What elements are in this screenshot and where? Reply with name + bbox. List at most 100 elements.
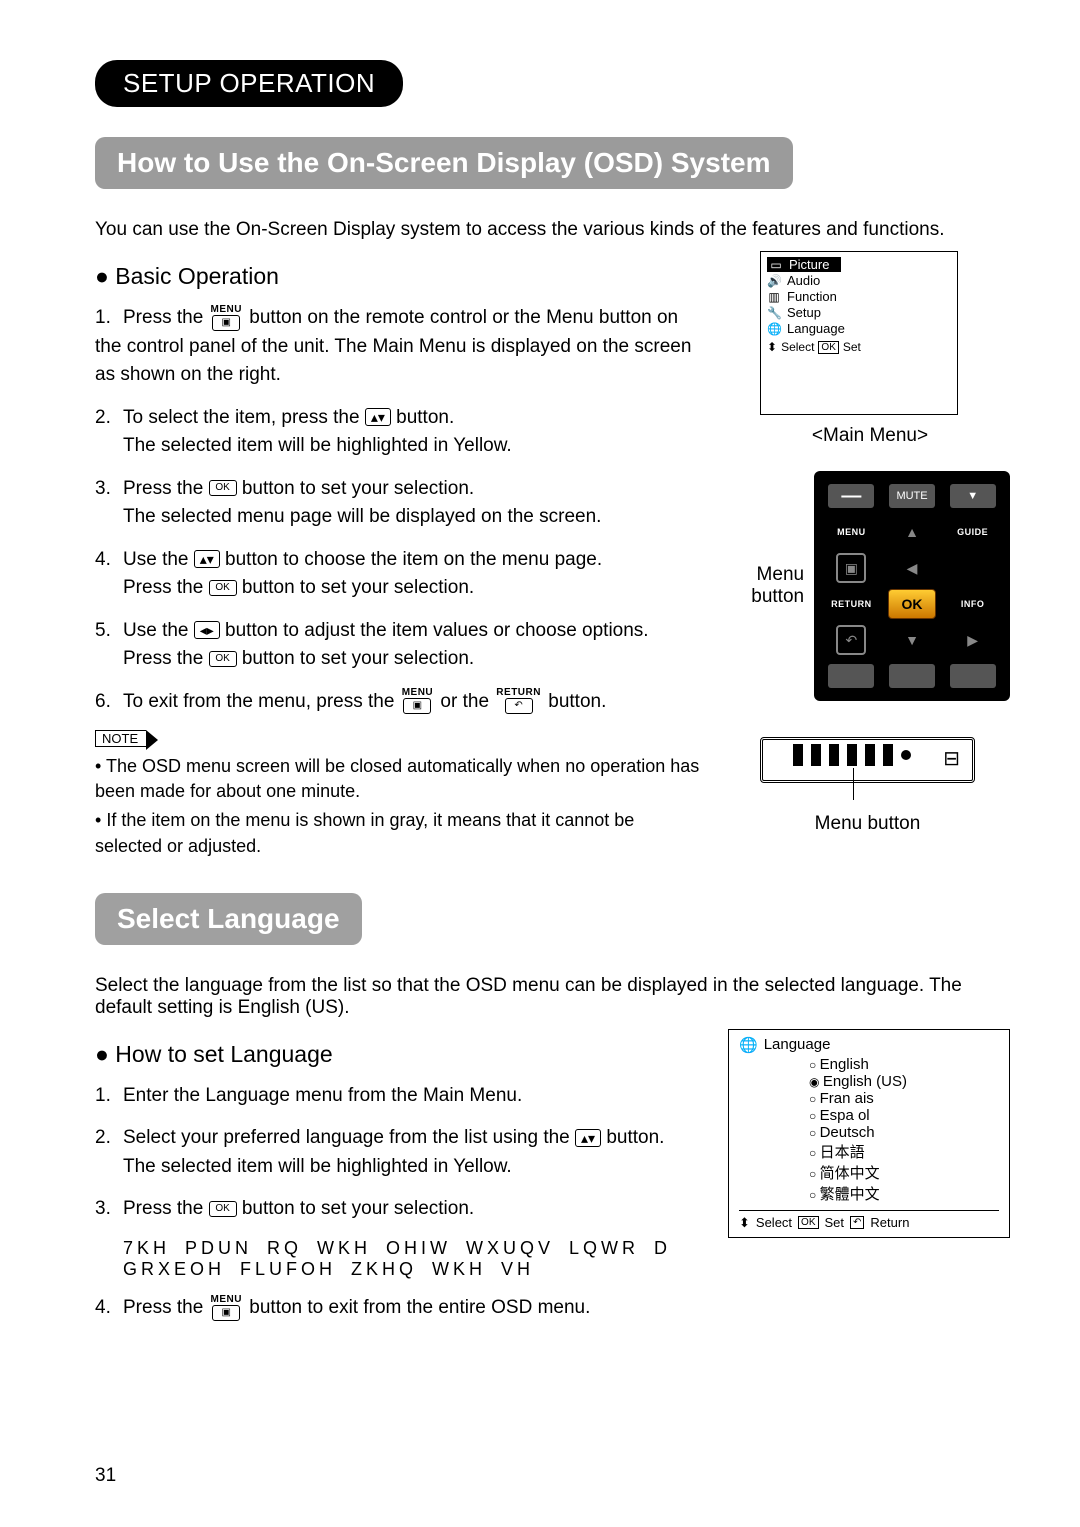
vol-up-icon: ▼	[950, 484, 996, 508]
return-label: RETURN	[826, 589, 876, 619]
lstep3b: button to set your selection.	[242, 1198, 474, 1219]
down-arrow-icon: ▼	[887, 625, 937, 655]
updown-icon: ▴▾	[194, 550, 220, 568]
tv-menu-caption: Menu button	[760, 813, 975, 835]
main-menu-item-language: 🌐Language	[767, 321, 951, 336]
note-label: NOTE	[95, 730, 146, 747]
ok-icon: OK	[209, 580, 237, 596]
lstep1: Enter the Language menu from the Main Me…	[123, 1085, 522, 1106]
menu-label: MENU	[826, 517, 876, 547]
menu-button-icon: MENU ▣	[211, 305, 242, 331]
lang-opt: 简体中文	[809, 1162, 999, 1183]
remote-extra	[828, 664, 874, 688]
lstep2c: The selected item will be highlighted in…	[123, 1153, 698, 1182]
step5c: Press the	[123, 648, 203, 669]
ok-icon: OK	[209, 1201, 237, 1217]
menu-icon: ▣	[212, 315, 240, 331]
lang-panel-title: Language	[764, 1036, 831, 1053]
step5b: button to adjust the item values or choo…	[225, 620, 649, 641]
step6c: button.	[548, 691, 606, 712]
lang-opt: Fran ais	[809, 1090, 999, 1107]
return-button-icon: RETURN ↶	[496, 688, 541, 714]
step2b: button.	[396, 407, 454, 428]
language-steps-cont: 4.Press the MENU ▣ button to exit from t…	[95, 1294, 698, 1323]
main-menu-footer: ⬍Select OKSet	[767, 340, 951, 354]
basic-steps: 1.Press the MENU ▣ button on the remote …	[95, 304, 700, 716]
lstep2a: Select your preferred language from the …	[123, 1127, 570, 1148]
lang-panel-footer: ⬍Select OKSet ↶Return	[739, 1210, 999, 1231]
step2a: To select the item, press the	[123, 407, 360, 428]
ok-remote-button: OK	[888, 589, 936, 619]
menu-button-pointer: Menu button	[730, 564, 804, 608]
ok-icon: OK	[209, 651, 237, 667]
info-label: INFO	[948, 589, 998, 619]
menu-label: MENU	[402, 688, 433, 698]
vol-down-icon: —	[828, 484, 874, 508]
lstep2b: button.	[606, 1127, 664, 1148]
menu-icon: ▣	[403, 698, 431, 714]
main-menu-item-setup: 🔧Setup	[767, 305, 951, 320]
step5a: Use the	[123, 620, 188, 641]
menu-label: MENU	[211, 305, 242, 315]
select-language-heading: Select Language	[95, 893, 362, 945]
lang-opt: Deutsch	[809, 1124, 999, 1141]
main-menu-item-audio: 🔊Audio	[767, 273, 951, 288]
lang-opt: Espa ol	[809, 1107, 999, 1124]
updown-icon: ▴▾	[365, 408, 391, 426]
lstep3a: Press the	[123, 1198, 203, 1219]
remote-extra	[950, 664, 996, 688]
step1a: Press the	[123, 307, 203, 328]
lang-opt: 日本語	[809, 1141, 999, 1162]
main-menu-panel: ▭Picture 🔊Audio ▥Function 🔧Setup 🌐Langua…	[760, 251, 958, 415]
osd-heading: How to Use the On-Screen Display (OSD) S…	[95, 137, 793, 189]
menu-button-icon: MENU ▣	[211, 1295, 242, 1321]
menu-remote-button: ▣	[836, 553, 866, 583]
menu-label: MENU	[211, 1295, 242, 1305]
step3a: Press the	[123, 478, 203, 499]
globe-icon: 🌐	[739, 1036, 758, 1054]
step4c: Press the	[123, 577, 203, 598]
language-options: English English (US) Fran ais Espa ol De…	[809, 1056, 999, 1204]
basic-operation-heading: Basic Operation	[95, 263, 700, 290]
step6a: To exit from the menu, press the	[123, 691, 394, 712]
ok-box-icon: OK	[818, 341, 838, 354]
return-icon: ↶	[505, 698, 533, 714]
step3c: The selected menu page will be displayed…	[123, 503, 700, 532]
main-menu-item-picture: ▭Picture	[767, 257, 841, 272]
page-number: 31	[95, 1465, 116, 1487]
step3b: button to set your selection.	[242, 478, 474, 499]
guide-label: GUIDE	[948, 517, 998, 547]
step2c: The selected item will be highlighted in…	[123, 432, 700, 461]
tv-panel-diagram: ⊟ Menu button	[760, 737, 975, 835]
how-set-language-heading: How to set Language	[95, 1041, 698, 1068]
section-pill: SETUP OPERATION	[95, 60, 403, 107]
ok-box-icon: OK	[798, 1216, 818, 1229]
note-2: If the item on the menu is shown in gray…	[95, 808, 700, 858]
notes-list: The OSD menu screen will be closed autom…	[95, 754, 700, 859]
step4b: button to choose the item on the menu pa…	[225, 549, 602, 570]
return-label: RETURN	[496, 688, 541, 698]
step4d: button to set your selection.	[242, 577, 474, 598]
lang-intro: Select the language from the list so tha…	[95, 975, 1010, 1019]
remote-diagram: — MUTE ▼ MENU ▲ GUIDE ▣ ◀ RETURN OK INFO…	[814, 471, 1010, 701]
remote-extra	[889, 664, 935, 688]
step5d: button to set your selection.	[242, 648, 474, 669]
garbled-text: 7KH PDUN RQ WKH OHIW WXUQV LQWR D GRXEOH…	[123, 1238, 698, 1280]
speaker-icon: ⊟	[943, 746, 960, 771]
main-menu-item-function: ▥Function	[767, 289, 951, 304]
lang-opt: 繁體中文	[809, 1183, 999, 1204]
leftright-icon: ◂▸	[194, 621, 220, 639]
lang-opt: English	[809, 1056, 999, 1073]
ok-icon: OK	[209, 480, 237, 496]
note-1: The OSD menu screen will be closed autom…	[95, 754, 700, 804]
up-arrow-icon: ▲	[887, 517, 937, 547]
lstep4b: button to exit from the entire OSD menu.	[249, 1297, 590, 1318]
main-menu-caption: <Main Menu>	[730, 425, 1010, 447]
menu-button-icon: MENU ▣	[402, 688, 433, 714]
mute-button: MUTE	[889, 484, 935, 508]
return-box-icon: ↶	[850, 1216, 864, 1229]
language-panel: 🌐 Language English English (US) Fran ais …	[728, 1029, 1010, 1238]
return-remote-button: ↶	[836, 625, 866, 655]
lang-opt-selected: English (US)	[809, 1073, 999, 1090]
updown-icon: ▴▾	[575, 1129, 601, 1147]
